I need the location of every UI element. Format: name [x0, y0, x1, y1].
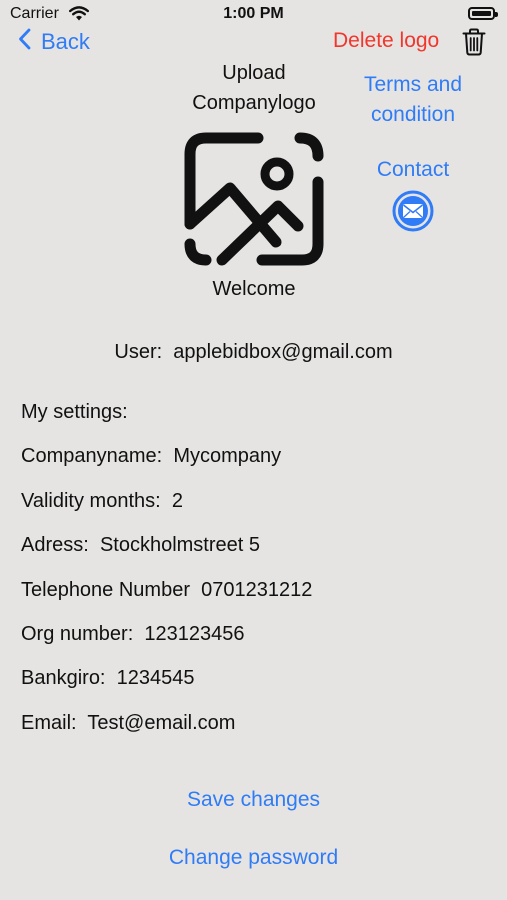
save-changes-button[interactable]: Save changes [0, 788, 507, 812]
setting-address[interactable]: Adress: Stockholmstreet 5 [21, 533, 312, 577]
delete-logo-button[interactable]: Delete logo [333, 29, 439, 53]
setting-org-number[interactable]: Org number: 123123456 [21, 622, 312, 666]
settings-heading: My settings: [21, 401, 128, 423]
status-bar: Carrier 1:00 PM [0, 0, 507, 30]
change-password-button[interactable]: Change password [0, 846, 507, 870]
chevron-left-icon [18, 28, 31, 56]
user-label: User: [114, 341, 163, 363]
terms-link[interactable]: Terms and condition [352, 70, 474, 130]
status-time: 1:00 PM [223, 5, 284, 22]
setting-bankgiro[interactable]: Bankgiro: 1234545 [21, 666, 312, 710]
setting-email[interactable]: Email: Test@email.com [21, 711, 312, 755]
envelope-icon[interactable] [392, 190, 434, 232]
settings-section: My settings: Companyname: Mycompany Vali… [21, 400, 312, 755]
photo-placeholder-icon[interactable] [184, 132, 324, 275]
upload-logo-label[interactable]: Upload Companylogo [168, 58, 340, 118]
setting-validity-months[interactable]: Validity months: 2 [21, 489, 312, 533]
user-email: applebidbox@gmail.com [173, 341, 393, 363]
welcome-label: Welcome [212, 278, 296, 300]
back-label: Back [41, 29, 90, 54]
user-email-line: User: applebidbox@gmail.com [0, 341, 507, 364]
battery-icon [468, 7, 498, 20]
contact-link[interactable]: Contact [352, 158, 474, 182]
setting-companyname[interactable]: Companyname: Mycompany [21, 444, 312, 488]
back-button[interactable]: Back [18, 28, 90, 56]
trash-icon[interactable] [462, 28, 486, 61]
setting-telephone[interactable]: Telephone Number 0701231212 [21, 578, 312, 622]
